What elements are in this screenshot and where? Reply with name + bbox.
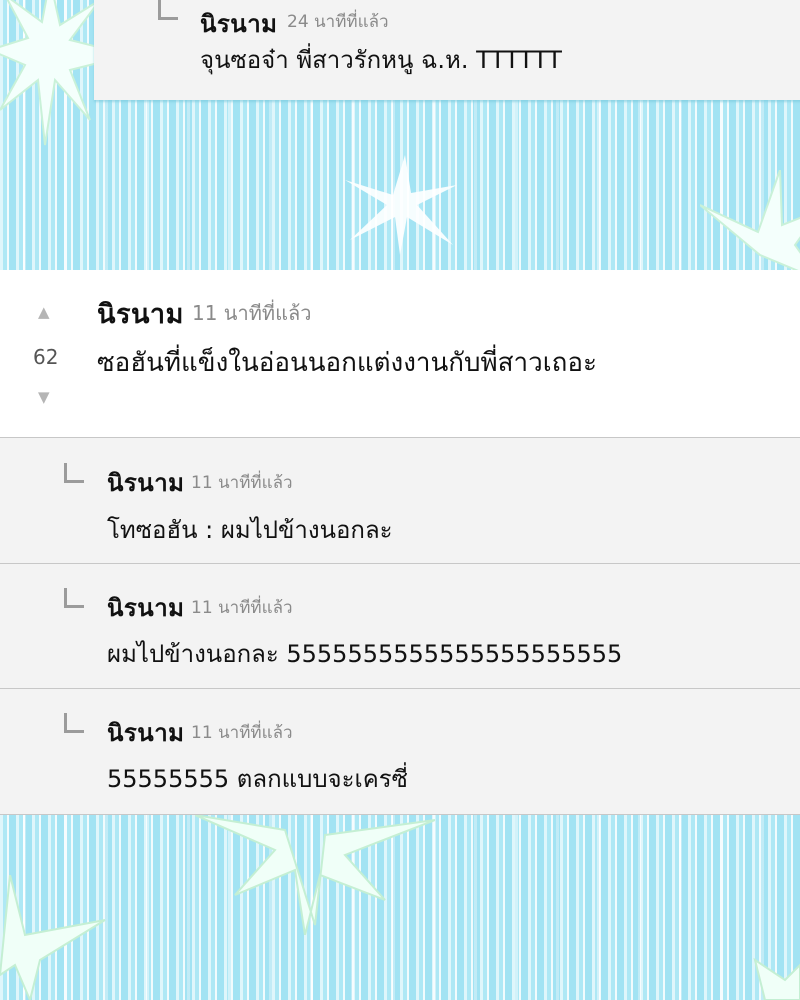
reply-arrow-icon	[158, 0, 178, 20]
sparkle-star-icon	[345, 155, 457, 255]
reply-card: นิรนาม 11 นาทีที่แล้ว 55555555 ตลกแบบจะเ…	[0, 688, 800, 815]
comment-text: 55555555 ตลกแบบจะเครซี่	[107, 765, 408, 793]
comment-author: นิรนาม	[107, 594, 185, 622]
reply-arrow-icon	[64, 588, 84, 608]
comment-author: นิรนาม	[200, 10, 278, 38]
upvote-button[interactable]: ▲	[38, 303, 50, 321]
comment-timestamp: 11 นาทีที่แล้ว	[191, 473, 293, 493]
comment-text: ซอฮันที่แข็งในอ่อนนอกแต่งงานกับพี่สาวเถอ…	[97, 348, 597, 378]
comment-timestamp: 11 นาทีที่แล้ว	[191, 598, 293, 618]
comment-author: นิรนาม	[107, 469, 185, 497]
reply-card-top: นิรนาม 24 นาทีที่แล้ว จุนซอจ๋า พี่สาวรัก…	[94, 0, 800, 100]
comment-timestamp: 24 นาทีที่แล้ว	[287, 12, 389, 32]
sparkle-burst-icon	[195, 815, 435, 935]
sparkle-burst-icon	[0, 875, 106, 1000]
vote-count: 62	[33, 345, 59, 369]
downvote-button[interactable]: ▼	[38, 388, 50, 406]
main-comment: ▲ 62 ▼ นิรนาม 11 นาทีที่แล้ว ซอฮันที่แข็…	[0, 270, 800, 437]
comment-text: โทซอฮัน : ผมไปข้างนอกละ	[107, 516, 393, 544]
reply-arrow-icon	[64, 713, 84, 733]
reply-card: นิรนาม 11 นาทีที่แล้ว โทซอฮัน : ผมไปข้าง…	[0, 437, 800, 563]
comment-timestamp: 11 นาทีที่แล้ว	[191, 723, 293, 743]
reply-arrow-icon	[64, 463, 84, 483]
comment-timestamp: 11 นาทีที่แล้ว	[192, 301, 312, 325]
comment-author: นิรนาม	[97, 299, 184, 330]
comment-text: จุนซอจ๋า พี่สาวรักหนู ฉ.ห. TTTTTT	[200, 46, 562, 74]
sparkle-burst-icon	[753, 957, 800, 1000]
comment-author: นิรนาม	[107, 719, 185, 747]
reply-card: นิรนาม 11 นาทีที่แล้ว ผมไปข้างนอกละ 5555…	[0, 563, 800, 688]
comment-text: ผมไปข้างนอกละ 5555555555555555555555	[107, 640, 623, 668]
sparkle-burst-icon	[700, 170, 800, 270]
background-art-bottom	[0, 815, 800, 1000]
